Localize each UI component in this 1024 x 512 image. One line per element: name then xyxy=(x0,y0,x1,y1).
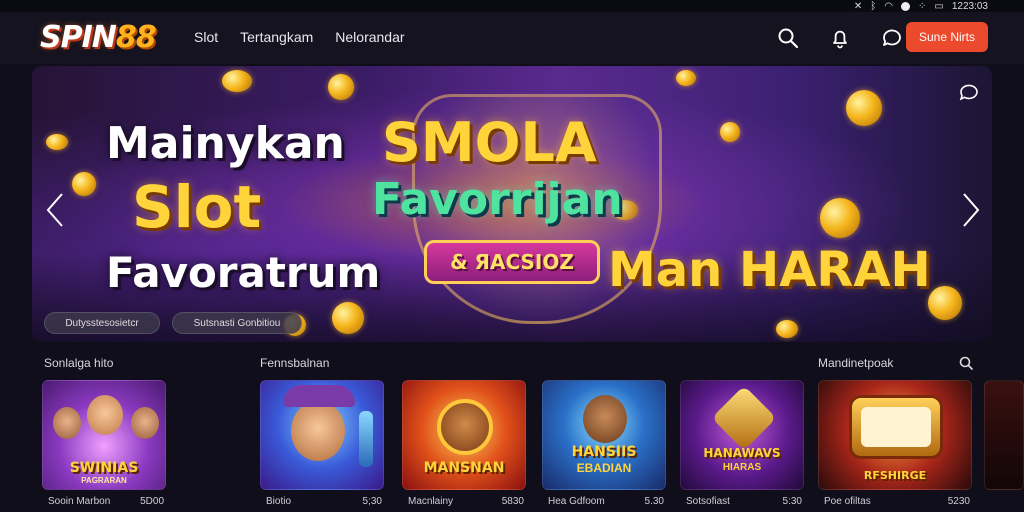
header-actions xyxy=(776,26,904,50)
clock-time: 1223:03 xyxy=(951,0,988,12)
bell-icon[interactable] xyxy=(828,26,852,50)
game-title: RFSHIRGE xyxy=(863,469,927,482)
game-thumbnail[interactable]: MANSNAN xyxy=(402,380,526,490)
character-figure xyxy=(583,395,627,443)
circle-icon xyxy=(901,1,910,11)
banner-chat-icon[interactable] xyxy=(958,82,980,104)
game-card[interactable]: RFSHIRGE Poe ofiltas 5230 xyxy=(818,380,972,512)
game-name: Hea Gdfoom xyxy=(548,496,605,507)
banner-center-title: SMOLA xyxy=(382,111,597,174)
logo-text-spin: SPIN xyxy=(40,20,117,55)
game-title: HANSIIS xyxy=(571,444,637,460)
top-navigation-bar: SPIN88 Slot Tertangkam Nelorandar Sune N… xyxy=(0,12,1024,64)
game-name: Poe ofiltas xyxy=(824,496,871,507)
game-thumbnail[interactable]: SWINIAS PAGRARAN xyxy=(42,380,166,490)
mute-icon: ✕ xyxy=(853,0,863,12)
game-thumbnail[interactable]: HANAWAVS HIARAS xyxy=(680,380,804,490)
banner-tag-2[interactable]: Sutsnasti Gonbitiou xyxy=(172,312,302,334)
signup-button[interactable]: Sune Nirts xyxy=(906,22,988,52)
search-icon[interactable] xyxy=(776,26,800,50)
character-figure xyxy=(87,395,123,435)
bottle-shape xyxy=(359,411,373,467)
nav-item-slot[interactable]: Slot xyxy=(194,29,218,45)
game-card[interactable]: MANSNAN Macnlainy 5830 xyxy=(402,380,526,512)
bluetooth-icon: ᛒ xyxy=(870,0,877,12)
game-card[interactable]: SWINIAS PAGRARAN Sooin Marbon 5D00 xyxy=(42,380,166,512)
carousel-prev-arrow[interactable] xyxy=(44,190,68,230)
coin-decoration xyxy=(820,198,860,238)
hash-icon: ⁘ xyxy=(918,0,927,12)
coin-decoration xyxy=(72,172,96,196)
banner-center-subtitle: Favorrijan xyxy=(372,174,623,225)
chat-icon[interactable] xyxy=(880,26,904,50)
status-icons: ✕ ᛒ ◠ ⁘ ▭ 1223:03 xyxy=(854,0,988,12)
game-title: SWINIAS xyxy=(69,460,139,476)
coin-decoration xyxy=(928,286,962,320)
game-subtitle: EBADIAN xyxy=(576,461,632,475)
banner-line-2: Slot xyxy=(132,173,262,241)
wifi-icon: ◠ xyxy=(884,0,893,12)
slot-reels xyxy=(861,407,931,447)
game-value: 5.30 xyxy=(644,496,664,507)
game-value: 5:30 xyxy=(782,496,802,507)
section-title-right: Mandinetpoak xyxy=(818,356,894,370)
battery-icon: ▭ xyxy=(934,0,944,12)
nav-item-tertangkam[interactable]: Tertangkam xyxy=(240,29,313,45)
game-card[interactable]: HANAWAVS HIARAS Sotsofiast 5:30 xyxy=(680,380,804,512)
coin-decoration xyxy=(332,302,364,334)
coin-decoration xyxy=(676,70,696,86)
character-figure xyxy=(131,407,159,439)
game-thumbnail[interactable]: HANSIIS EBADIAN xyxy=(542,380,666,490)
nav-item-nelorandar[interactable]: Nelorandar xyxy=(335,29,404,45)
section-title-middle: Fennsbalnan xyxy=(260,356,330,370)
game-card-partial[interactable] xyxy=(984,380,1024,512)
hat-shape xyxy=(283,385,355,407)
game-subtitle: HIARAS xyxy=(722,462,762,473)
sword-emblem xyxy=(711,385,777,451)
spin88-logo[interactable]: SPIN88 xyxy=(40,20,157,55)
main-nav: Slot Tertangkam Nelorandar xyxy=(194,29,405,45)
banner-line-3: Favoratrum xyxy=(106,248,381,297)
game-value: 5;30 xyxy=(362,496,382,507)
hero-banner[interactable]: Mainykan Slot Favoratrum SMOLA Favorrija… xyxy=(32,66,992,342)
character-figure xyxy=(437,399,493,455)
game-title: MANSNAN xyxy=(423,460,505,476)
game-name: Macnlainy xyxy=(408,496,454,507)
game-value: 5230 xyxy=(947,496,970,507)
character-figure xyxy=(291,401,345,461)
game-name: Sotsofiast xyxy=(686,496,730,507)
section-headers: Sonlalga hito Fennsbalnan Mandinetpoak xyxy=(0,356,1024,372)
banner-tag-1[interactable]: Dutysstesosietcr xyxy=(44,312,160,334)
game-name: Sooin Marbon xyxy=(48,496,111,507)
game-value: 5D00 xyxy=(140,496,164,507)
game-title: HANAWAVS xyxy=(703,446,781,460)
game-card[interactable]: HANSIIS EBADIAN Hea Gdfoom 5.30 xyxy=(542,380,666,512)
game-value: 5830 xyxy=(501,496,524,507)
logo-text-88: 88 xyxy=(115,20,157,55)
character-figure xyxy=(53,407,81,439)
section-title-left: Sonlalga hito xyxy=(44,356,114,370)
coin-decoration xyxy=(328,74,354,100)
game-name: Biotio xyxy=(266,496,292,507)
coin-decoration xyxy=(222,70,252,92)
banner-ribbon: & ЯACSIOZ xyxy=(424,240,600,284)
carousel-next-arrow[interactable] xyxy=(958,190,982,230)
coin-decoration xyxy=(846,90,882,126)
game-card[interactable]: Biotio 5;30 xyxy=(260,380,384,512)
coin-decoration xyxy=(720,122,740,142)
game-thumbnail[interactable] xyxy=(984,380,1024,490)
banner-right-title: Man HARAH xyxy=(608,242,931,298)
system-status-bar: ✕ ᛒ ◠ ⁘ ▭ 1223:03 xyxy=(0,0,1024,12)
section-search-icon[interactable] xyxy=(958,355,974,371)
coin-decoration xyxy=(776,320,798,338)
game-thumbnail[interactable] xyxy=(260,380,384,490)
game-subtitle: PAGRARAN xyxy=(81,476,127,485)
game-thumbnail[interactable]: RFSHIRGE xyxy=(818,380,972,490)
game-grid: SWINIAS PAGRARAN Sooin Marbon 5D00 Bioti… xyxy=(40,380,1024,512)
banner-line-1: Mainykan xyxy=(106,118,345,169)
coin-decoration xyxy=(46,134,68,150)
